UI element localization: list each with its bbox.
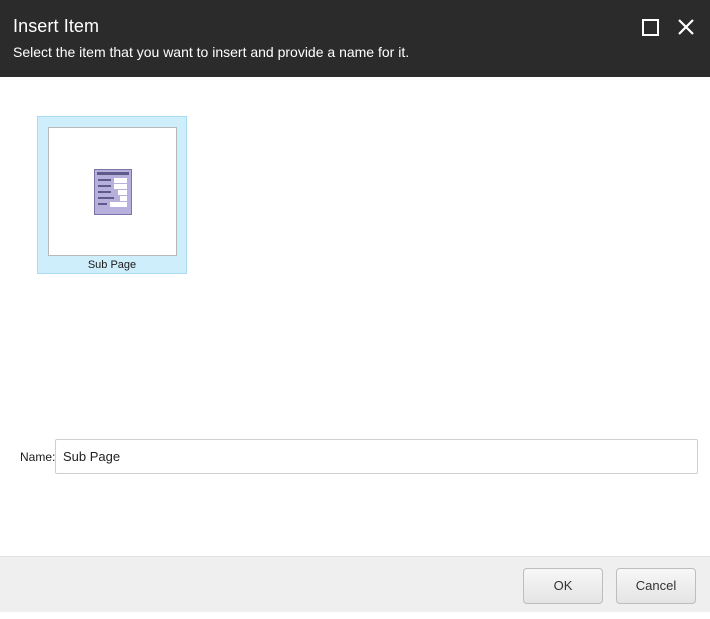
dialog-title: Insert Item (13, 16, 100, 36)
close-icon (678, 19, 694, 35)
item-label: Sub Page (87, 259, 137, 271)
close-button[interactable] (677, 18, 695, 36)
item-tile-sub-page[interactable]: Sub Page (37, 116, 187, 274)
cancel-button[interactable]: Cancel (616, 568, 696, 604)
maximize-icon (642, 19, 659, 36)
dialog-header: Insert Item Select the item that you wan… (0, 0, 710, 77)
dialog-subtitle: Select the item that you want to insert … (13, 44, 410, 60)
name-input[interactable] (55, 439, 698, 474)
maximize-button[interactable] (641, 18, 659, 36)
insert-item-dialog: Insert Item Select the item that you wan… (0, 0, 710, 619)
dialog-footer: OK Cancel (0, 556, 710, 612)
page-template-icon (94, 169, 132, 215)
ok-button[interactable]: OK (523, 568, 603, 604)
name-label: Name: (20, 450, 56, 464)
item-thumbnail (48, 127, 177, 256)
